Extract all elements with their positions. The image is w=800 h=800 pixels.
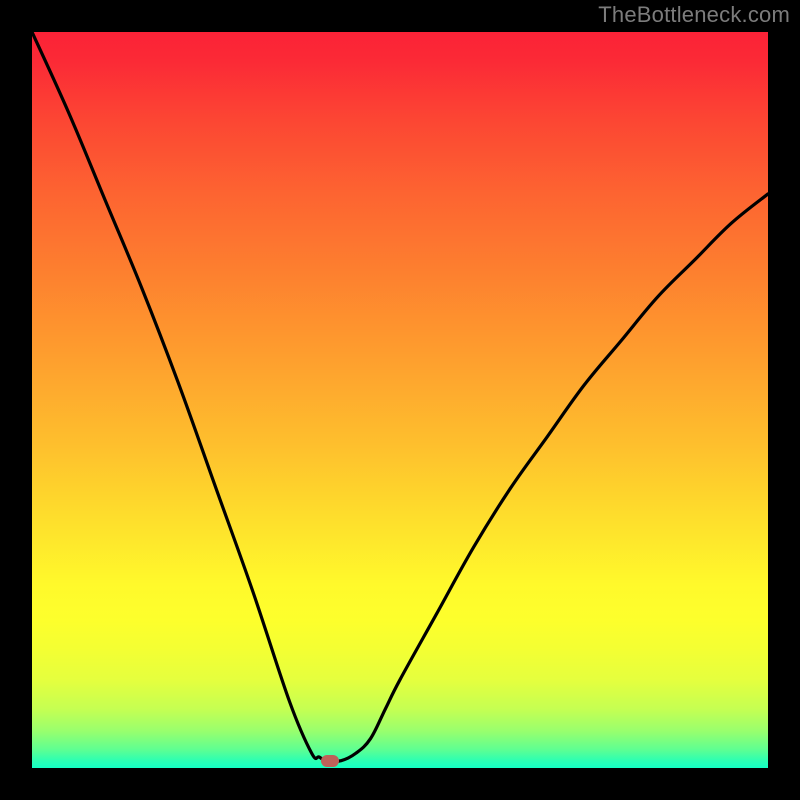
curve-svg: [32, 32, 768, 768]
optimum-marker: [321, 755, 339, 767]
plot-area: [32, 32, 768, 768]
chart-frame: TheBottleneck.com: [0, 0, 800, 800]
watermark-text: TheBottleneck.com: [598, 2, 790, 28]
curve-path: [32, 32, 768, 761]
